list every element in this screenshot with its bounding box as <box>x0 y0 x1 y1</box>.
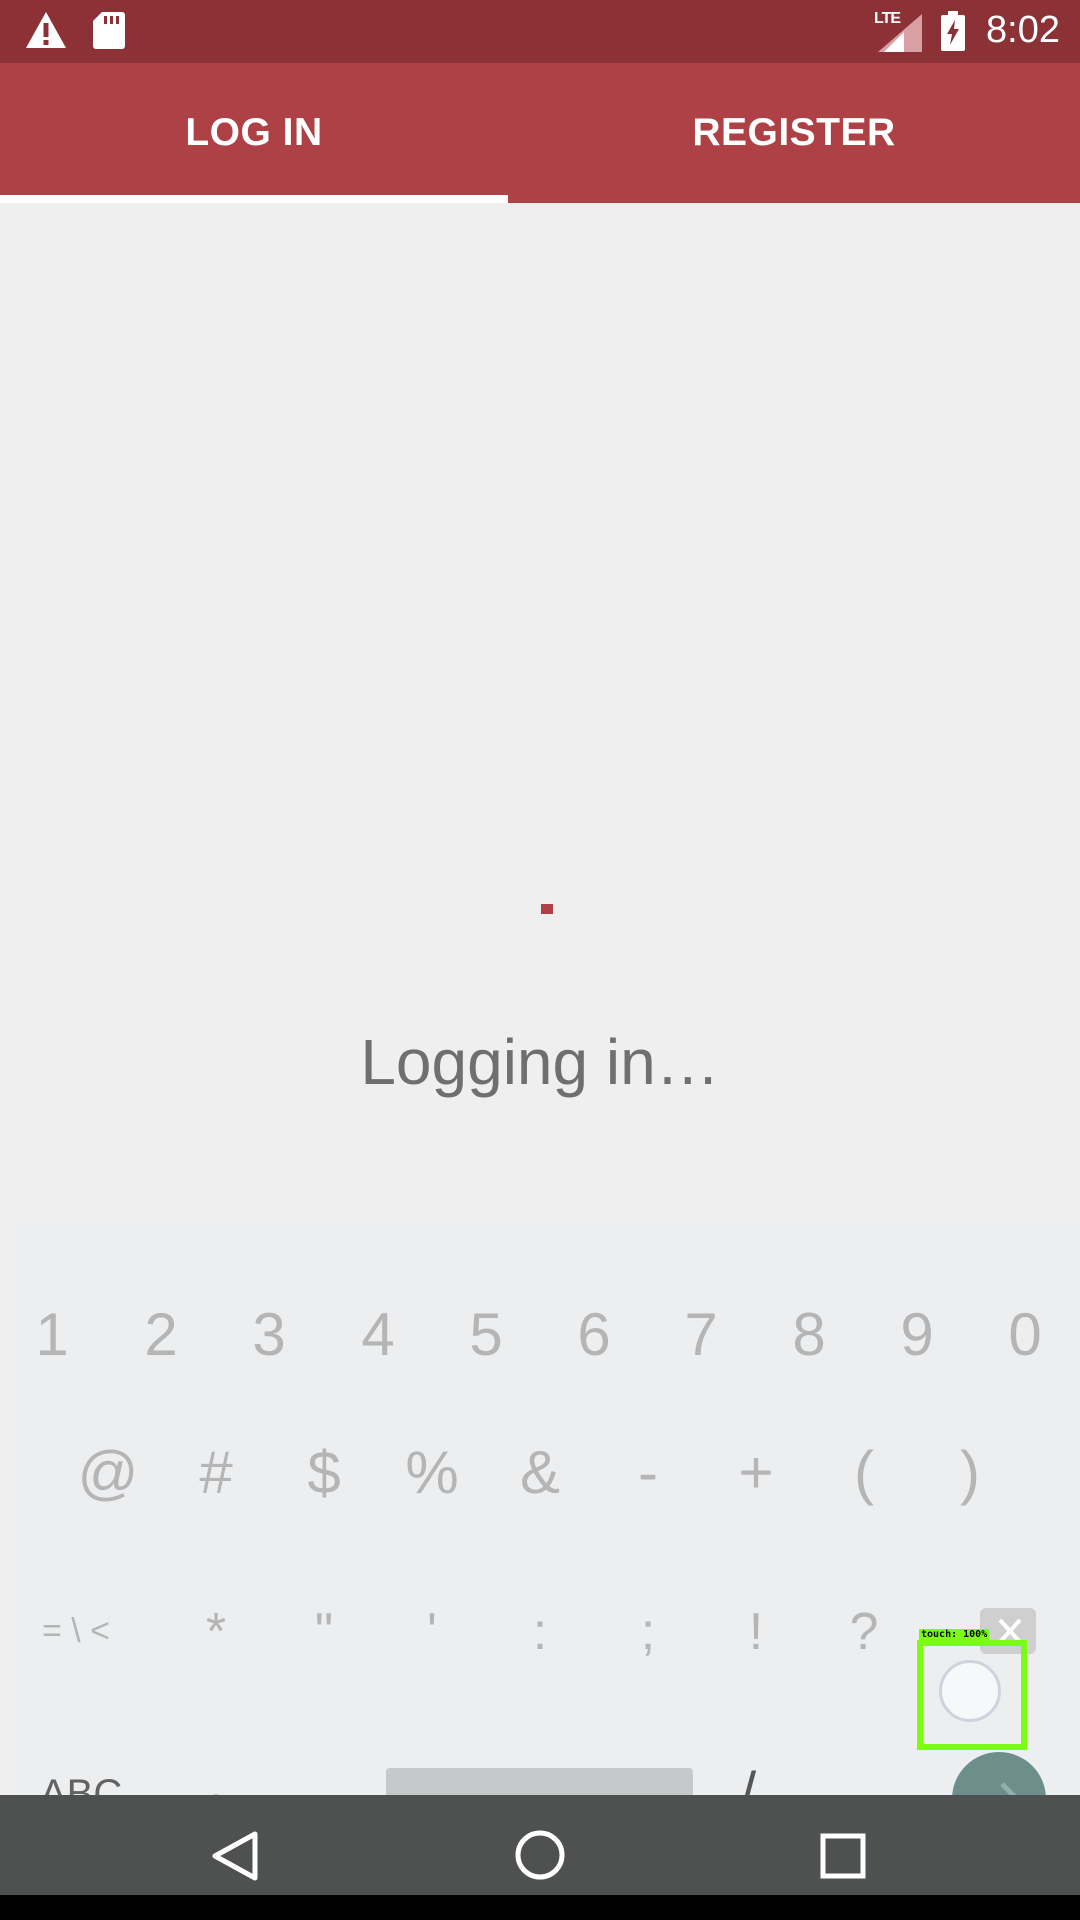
key-dollar[interactable]: $ <box>307 1438 340 1507</box>
status-bar: LTE 8:02 <box>0 0 1080 63</box>
tab-register[interactable]: REGISTER <box>508 63 1080 203</box>
warning-icon <box>26 12 66 48</box>
home-icon[interactable] <box>514 1829 566 1881</box>
tab-bar: LOG IN REGISTER <box>0 63 1080 203</box>
key-double-quote[interactable]: " <box>315 1602 333 1662</box>
key-minus[interactable]: - <box>638 1438 658 1507</box>
key-plus[interactable]: + <box>738 1438 773 1507</box>
key-hash[interactable]: # <box>199 1438 232 1507</box>
key-percent[interactable]: % <box>405 1438 458 1507</box>
key-5[interactable]: 5 <box>469 1300 502 1369</box>
key-8[interactable]: 8 <box>792 1300 825 1369</box>
key-question[interactable]: ? <box>850 1602 879 1662</box>
key-9[interactable]: 9 <box>900 1300 933 1369</box>
key-at[interactable]: @ <box>78 1438 139 1507</box>
sd-card-icon <box>93 12 125 49</box>
key-close-paren[interactable]: ) <box>960 1438 980 1507</box>
key-semicolon[interactable]: ; <box>641 1602 655 1662</box>
key-4[interactable]: 4 <box>361 1300 394 1369</box>
key-6[interactable]: 6 <box>577 1300 610 1369</box>
key-1[interactable]: 1 <box>35 1300 68 1369</box>
key-open-paren[interactable]: ( <box>854 1438 874 1507</box>
back-icon[interactable] <box>211 1830 259 1882</box>
recent-apps-icon[interactable] <box>820 1833 866 1879</box>
progress-spinner <box>541 904 553 914</box>
touch-point <box>939 1660 1001 1722</box>
key-3[interactable]: 3 <box>252 1300 285 1369</box>
tab-log-in[interactable]: LOG IN <box>0 63 508 203</box>
key-more-symbols[interactable]: = \ < <box>42 1612 110 1651</box>
active-tab-indicator <box>0 195 508 203</box>
key-0[interactable]: 0 <box>1008 1300 1041 1369</box>
key-colon[interactable]: : <box>533 1602 547 1662</box>
battery-charging-icon <box>941 11 965 51</box>
key-ampersand[interactable]: & <box>520 1438 560 1507</box>
key-single-quote[interactable]: ' <box>427 1602 437 1662</box>
key-asterisk[interactable]: * <box>206 1602 226 1662</box>
status-message: Logging in… <box>360 1026 720 1098</box>
key-exclamation[interactable]: ! <box>749 1602 763 1662</box>
key-7[interactable]: 7 <box>684 1300 717 1369</box>
touch-indicator-label: touch: 100% <box>919 1629 990 1640</box>
bottom-edge <box>0 1895 1080 1920</box>
key-2[interactable]: 2 <box>144 1300 177 1369</box>
clock: 8:02 <box>986 9 1060 51</box>
signal-icon <box>878 14 922 52</box>
